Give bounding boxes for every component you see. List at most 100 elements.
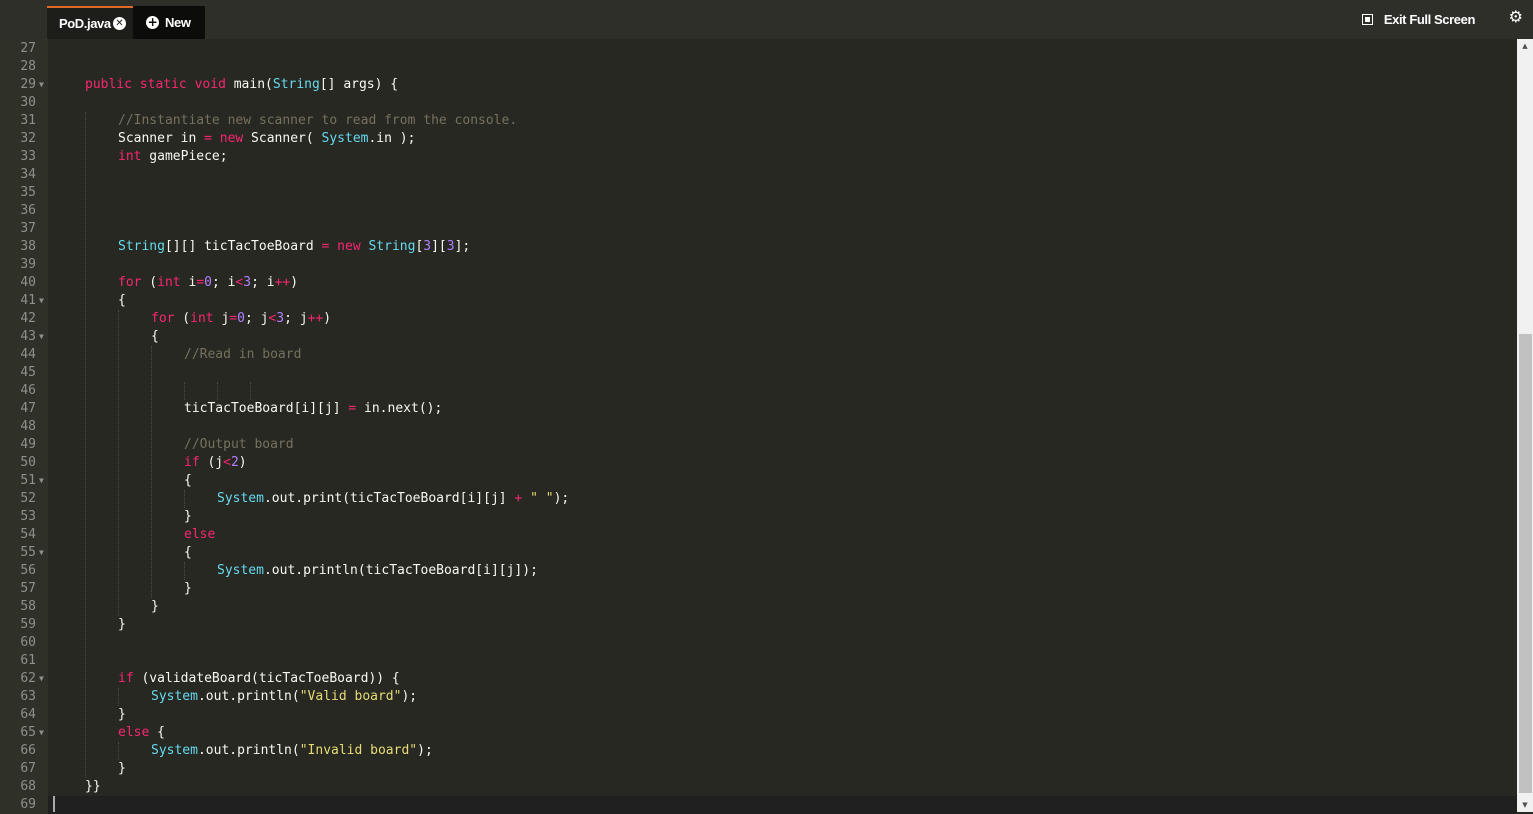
code-text: String[][] ticTacToeBoard = new String[3… bbox=[118, 239, 471, 254]
close-circle-icon[interactable]: ✕ bbox=[112, 17, 126, 30]
code-line[interactable]: 53} bbox=[0, 508, 1517, 526]
line-number: 59 bbox=[20, 617, 36, 632]
code-line[interactable]: 37 bbox=[0, 220, 1517, 238]
code-line[interactable]: 46 bbox=[0, 382, 1517, 400]
line-number: 34 bbox=[20, 167, 36, 182]
line-number: 43 bbox=[20, 329, 36, 344]
code-line[interactable]: 50 if (j<2) bbox=[0, 454, 1517, 472]
fold-arrow-icon[interactable]: ▼ bbox=[39, 544, 44, 562]
code-text: for (int i=0; i<3; i++) bbox=[118, 275, 299, 290]
code-line[interactable]: 65 ▼ else { bbox=[0, 724, 1517, 742]
fold-arrow-icon[interactable]: ▼ bbox=[39, 670, 44, 688]
code-line[interactable]: 45 bbox=[0, 364, 1517, 382]
indent-guide bbox=[184, 562, 185, 580]
code-line[interactable]: 44 //Read in board bbox=[0, 346, 1517, 364]
code-line[interactable]: 34 bbox=[0, 166, 1517, 184]
top-bar: PoD.java ✕ + New Exit Full Screen ⚙ bbox=[0, 0, 1533, 39]
line-number: 63 bbox=[20, 689, 36, 704]
code-text: System.out.print(ticTacToeBoard[i][j] + … bbox=[217, 491, 570, 506]
code-line[interactable]: 58} bbox=[0, 598, 1517, 616]
line-number: 65 bbox=[20, 725, 36, 740]
fold-arrow-icon[interactable]: ▼ bbox=[39, 328, 44, 346]
code-line[interactable]: 66 System.out.println("Invalid board"); bbox=[0, 742, 1517, 760]
code-text: }} bbox=[85, 779, 101, 794]
line-number: 68 bbox=[20, 779, 36, 794]
code-line[interactable]: 49 //Output board bbox=[0, 436, 1517, 454]
code-line[interactable]: 31 //Instantiate new scanner to read from… bbox=[0, 112, 1517, 130]
code-line[interactable]: 67} bbox=[0, 760, 1517, 778]
fold-arrow-icon[interactable]: ▼ bbox=[39, 292, 44, 310]
code-line[interactable]: 33 int gamePiece; bbox=[0, 148, 1517, 166]
code-line[interactable]: 43 ▼ { bbox=[0, 328, 1517, 346]
code-line[interactable]: 59} bbox=[0, 616, 1517, 634]
line-number: 50 bbox=[20, 455, 36, 470]
fold-arrow-icon[interactable]: ▼ bbox=[39, 724, 44, 742]
line-number: 54 bbox=[20, 527, 36, 542]
line-number: 67 bbox=[20, 761, 36, 776]
code-line[interactable]: 68}} bbox=[0, 778, 1517, 796]
code-text: for (int j=0; j<3; j++) bbox=[151, 311, 332, 326]
gear-icon[interactable]: ⚙ bbox=[1509, 7, 1523, 26]
code-text: else bbox=[184, 527, 216, 542]
line-number: 47 bbox=[20, 401, 36, 416]
line-number: 45 bbox=[20, 365, 36, 380]
code-line[interactable]: 42 for (int j=0; j<3; j++) bbox=[0, 310, 1517, 328]
line-number: 57 bbox=[20, 581, 36, 596]
code-line[interactable]: 48 bbox=[0, 418, 1517, 436]
code-line[interactable]: 69 bbox=[0, 796, 1517, 814]
code-text: { bbox=[118, 293, 126, 308]
code-text: { bbox=[184, 545, 192, 560]
code-line[interactable]: 36 bbox=[0, 202, 1517, 220]
new-tab-button[interactable]: + New bbox=[133, 6, 205, 39]
code-line[interactable]: 47 ticTacToeBoard[i][j] = in.next(); bbox=[0, 400, 1517, 418]
code-line[interactable]: 64} bbox=[0, 706, 1517, 724]
code-text: public static void main(String[] args) { bbox=[85, 77, 399, 92]
code-line[interactable]: 27 bbox=[0, 40, 1517, 58]
code-line[interactable]: 55 ▼ { bbox=[0, 544, 1517, 562]
plus-circle-icon: + bbox=[146, 15, 159, 29]
line-number: 39 bbox=[20, 257, 36, 272]
code-line[interactable]: 62 ▼ if (validateBoard(ticTacToeBoard)) { bbox=[0, 670, 1517, 688]
code-line[interactable]: 51 ▼ { bbox=[0, 472, 1517, 490]
fold-arrow-icon[interactable]: ▼ bbox=[39, 472, 44, 490]
code-line[interactable]: 57} bbox=[0, 580, 1517, 598]
code-line[interactable]: 60 bbox=[0, 634, 1517, 652]
exit-fullscreen-button[interactable]: Exit Full Screen bbox=[1361, 10, 1476, 28]
code-line[interactable]: 29 ▼ public static void main(String[] args… bbox=[0, 76, 1517, 94]
code-line[interactable]: 30 bbox=[0, 94, 1517, 112]
indent-guide bbox=[151, 346, 152, 598]
line-number: 27 bbox=[20, 41, 36, 56]
line-number: 30 bbox=[20, 95, 36, 110]
tab-pod-java[interactable]: PoD.java ✕ bbox=[47, 6, 133, 39]
fold-arrow-icon[interactable]: ▼ bbox=[39, 76, 44, 94]
code-line[interactable]: 32 Scanner in = new Scanner( System.in ); bbox=[0, 130, 1517, 148]
line-number: 31 bbox=[20, 113, 36, 128]
code-line[interactable]: 52 System.out.print(ticTacToeBoard[i][j] … bbox=[0, 490, 1517, 508]
scroll-down-arrow-icon[interactable]: ▼ bbox=[1517, 798, 1533, 812]
code-line[interactable]: 41 ▼ { bbox=[0, 292, 1517, 310]
code-text: else { bbox=[118, 725, 165, 740]
line-number: 38 bbox=[20, 239, 36, 254]
line-number: 69 bbox=[20, 797, 36, 812]
code-line[interactable]: 56 System.out.println(ticTacToeBoard[i][j… bbox=[0, 562, 1517, 580]
vertical-scrollbar[interactable]: ▲ ▼ bbox=[1517, 39, 1533, 812]
code-line[interactable]: 38 String[][] ticTacToeBoard = new String… bbox=[0, 238, 1517, 256]
scrollbar-thumb[interactable] bbox=[1519, 334, 1532, 793]
line-number: 40 bbox=[20, 275, 36, 290]
exit-fullscreen-label: Exit Full Screen bbox=[1383, 11, 1476, 27]
code-text: } bbox=[151, 599, 159, 614]
code-line[interactable]: 35 bbox=[0, 184, 1517, 202]
line-number: 44 bbox=[20, 347, 36, 362]
scroll-up-arrow-icon[interactable]: ▲ bbox=[1517, 39, 1533, 53]
line-number: 46 bbox=[20, 383, 36, 398]
code-line[interactable]: 40 for (int i=0; i<3; i++) bbox=[0, 274, 1517, 292]
code-line[interactable]: 54 else bbox=[0, 526, 1517, 544]
new-tab-label: New bbox=[165, 15, 191, 30]
code-line[interactable]: 28 bbox=[0, 58, 1517, 76]
indent-guide bbox=[250, 382, 251, 400]
code-text: { bbox=[184, 473, 192, 488]
indent-guide bbox=[184, 490, 185, 508]
code-line[interactable]: 61 bbox=[0, 652, 1517, 670]
code-line[interactable]: 63 System.out.println("Valid board"); bbox=[0, 688, 1517, 706]
code-line[interactable]: 39 bbox=[0, 256, 1517, 274]
